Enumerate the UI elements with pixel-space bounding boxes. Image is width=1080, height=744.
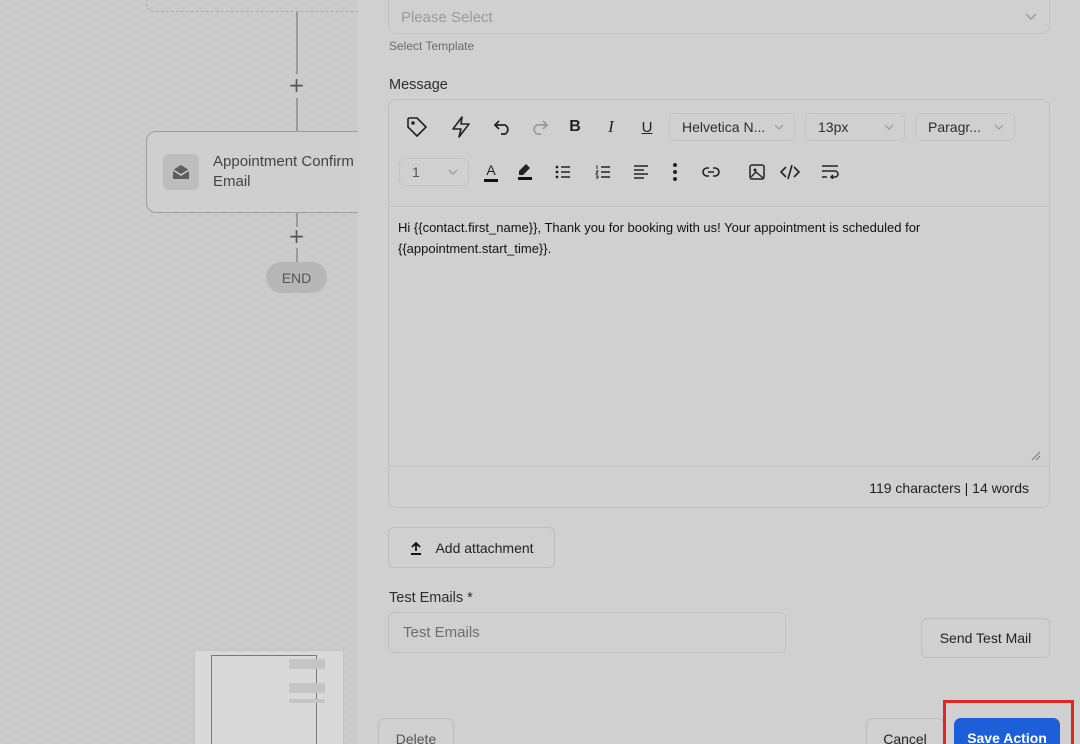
message-editor[interactable]: B I U Helvetica N... 13px Paragr... 1 A (388, 99, 1050, 508)
font-family-select[interactable]: Helvetica N... (669, 113, 795, 141)
end-node: END (266, 262, 327, 293)
chevron-down-icon (774, 124, 784, 130)
minimap-node (289, 699, 325, 703)
resize-handle-icon[interactable] (1031, 448, 1041, 466)
add-step-button[interactable]: + (286, 226, 307, 247)
text-wrap-icon[interactable] (816, 158, 844, 186)
code-icon[interactable] (776, 158, 804, 186)
add-attachment-label: Add attachment (435, 539, 534, 556)
line-height-select[interactable]: 1 (399, 158, 469, 186)
chevron-down-icon (884, 124, 894, 130)
text-color-swatch (484, 178, 498, 182)
tag-icon[interactable] (403, 113, 431, 141)
align-icon[interactable] (627, 158, 655, 186)
minimap-node (289, 659, 325, 669)
connector-line (296, 248, 298, 262)
test-emails-label: Test Emails * (389, 590, 473, 606)
lightning-icon[interactable] (447, 113, 475, 141)
chevron-down-icon (994, 124, 1004, 130)
line-height-value: 1 (412, 164, 420, 180)
text-color-icon[interactable]: A (477, 158, 505, 186)
template-select-placeholder: Please Select (401, 8, 493, 26)
chevron-down-icon (1025, 13, 1037, 20)
workflow-node-email[interactable]: Appointment Confirm Email (146, 131, 358, 213)
font-size-value: 13px (818, 119, 849, 135)
chevron-down-icon (448, 169, 458, 175)
minimap-node (289, 683, 325, 693)
character-counter: 119 characters | 14 words (389, 466, 1049, 507)
text-color-glyph: A (486, 161, 496, 178)
action-drawer: Please Select Select Template Message B … (358, 0, 1080, 744)
add-attachment-button[interactable]: Add attachment (388, 527, 555, 568)
send-test-mail-button[interactable]: Send Test Mail (921, 618, 1050, 658)
underline-icon[interactable]: U (633, 113, 661, 141)
delete-button[interactable]: Delete (378, 718, 454, 744)
upload-icon (411, 541, 422, 555)
block-format-select[interactable]: Paragr... (915, 113, 1015, 141)
add-step-button[interactable]: + (286, 75, 307, 96)
connector-line (296, 98, 298, 131)
numbered-list-icon[interactable] (589, 158, 617, 186)
template-select[interactable]: Please Select (388, 0, 1050, 34)
minimap[interactable] (194, 650, 344, 744)
font-family-value: Helvetica N... (682, 119, 766, 135)
undo-icon[interactable] (489, 113, 517, 141)
template-helper-text: Select Template (389, 39, 475, 53)
node-title-line1: Appointment Confirm (213, 153, 354, 170)
italic-icon[interactable]: I (597, 113, 625, 141)
block-format-value: Paragr... (928, 119, 981, 135)
connector-line (296, 12, 298, 74)
bullet-list-icon[interactable] (549, 158, 577, 186)
cancel-button[interactable]: Cancel (866, 718, 944, 744)
highlight-icon[interactable] (511, 158, 539, 186)
test-emails-input[interactable] (388, 612, 786, 653)
image-icon[interactable] (743, 158, 771, 186)
link-icon[interactable] (697, 158, 725, 186)
bold-icon[interactable]: B (561, 113, 589, 141)
editor-toolbar: B I U Helvetica N... 13px Paragr... 1 A (389, 100, 1049, 207)
workflow-canvas[interactable]: + Appointment Confirm Email + END (0, 0, 358, 744)
node-title-line2: Email (213, 173, 251, 190)
message-label: Message (389, 77, 448, 93)
message-body[interactable]: Hi {{contact.first_name}}, Thank you for… (389, 207, 1049, 465)
redo-icon[interactable] (525, 113, 553, 141)
save-action-button[interactable]: Save Action (954, 718, 1060, 744)
more-vertical-icon[interactable] (661, 158, 689, 186)
font-size-select[interactable]: 13px (805, 113, 905, 141)
envelope-open-icon (163, 154, 199, 190)
previous-node-outline[interactable] (146, 0, 358, 12)
